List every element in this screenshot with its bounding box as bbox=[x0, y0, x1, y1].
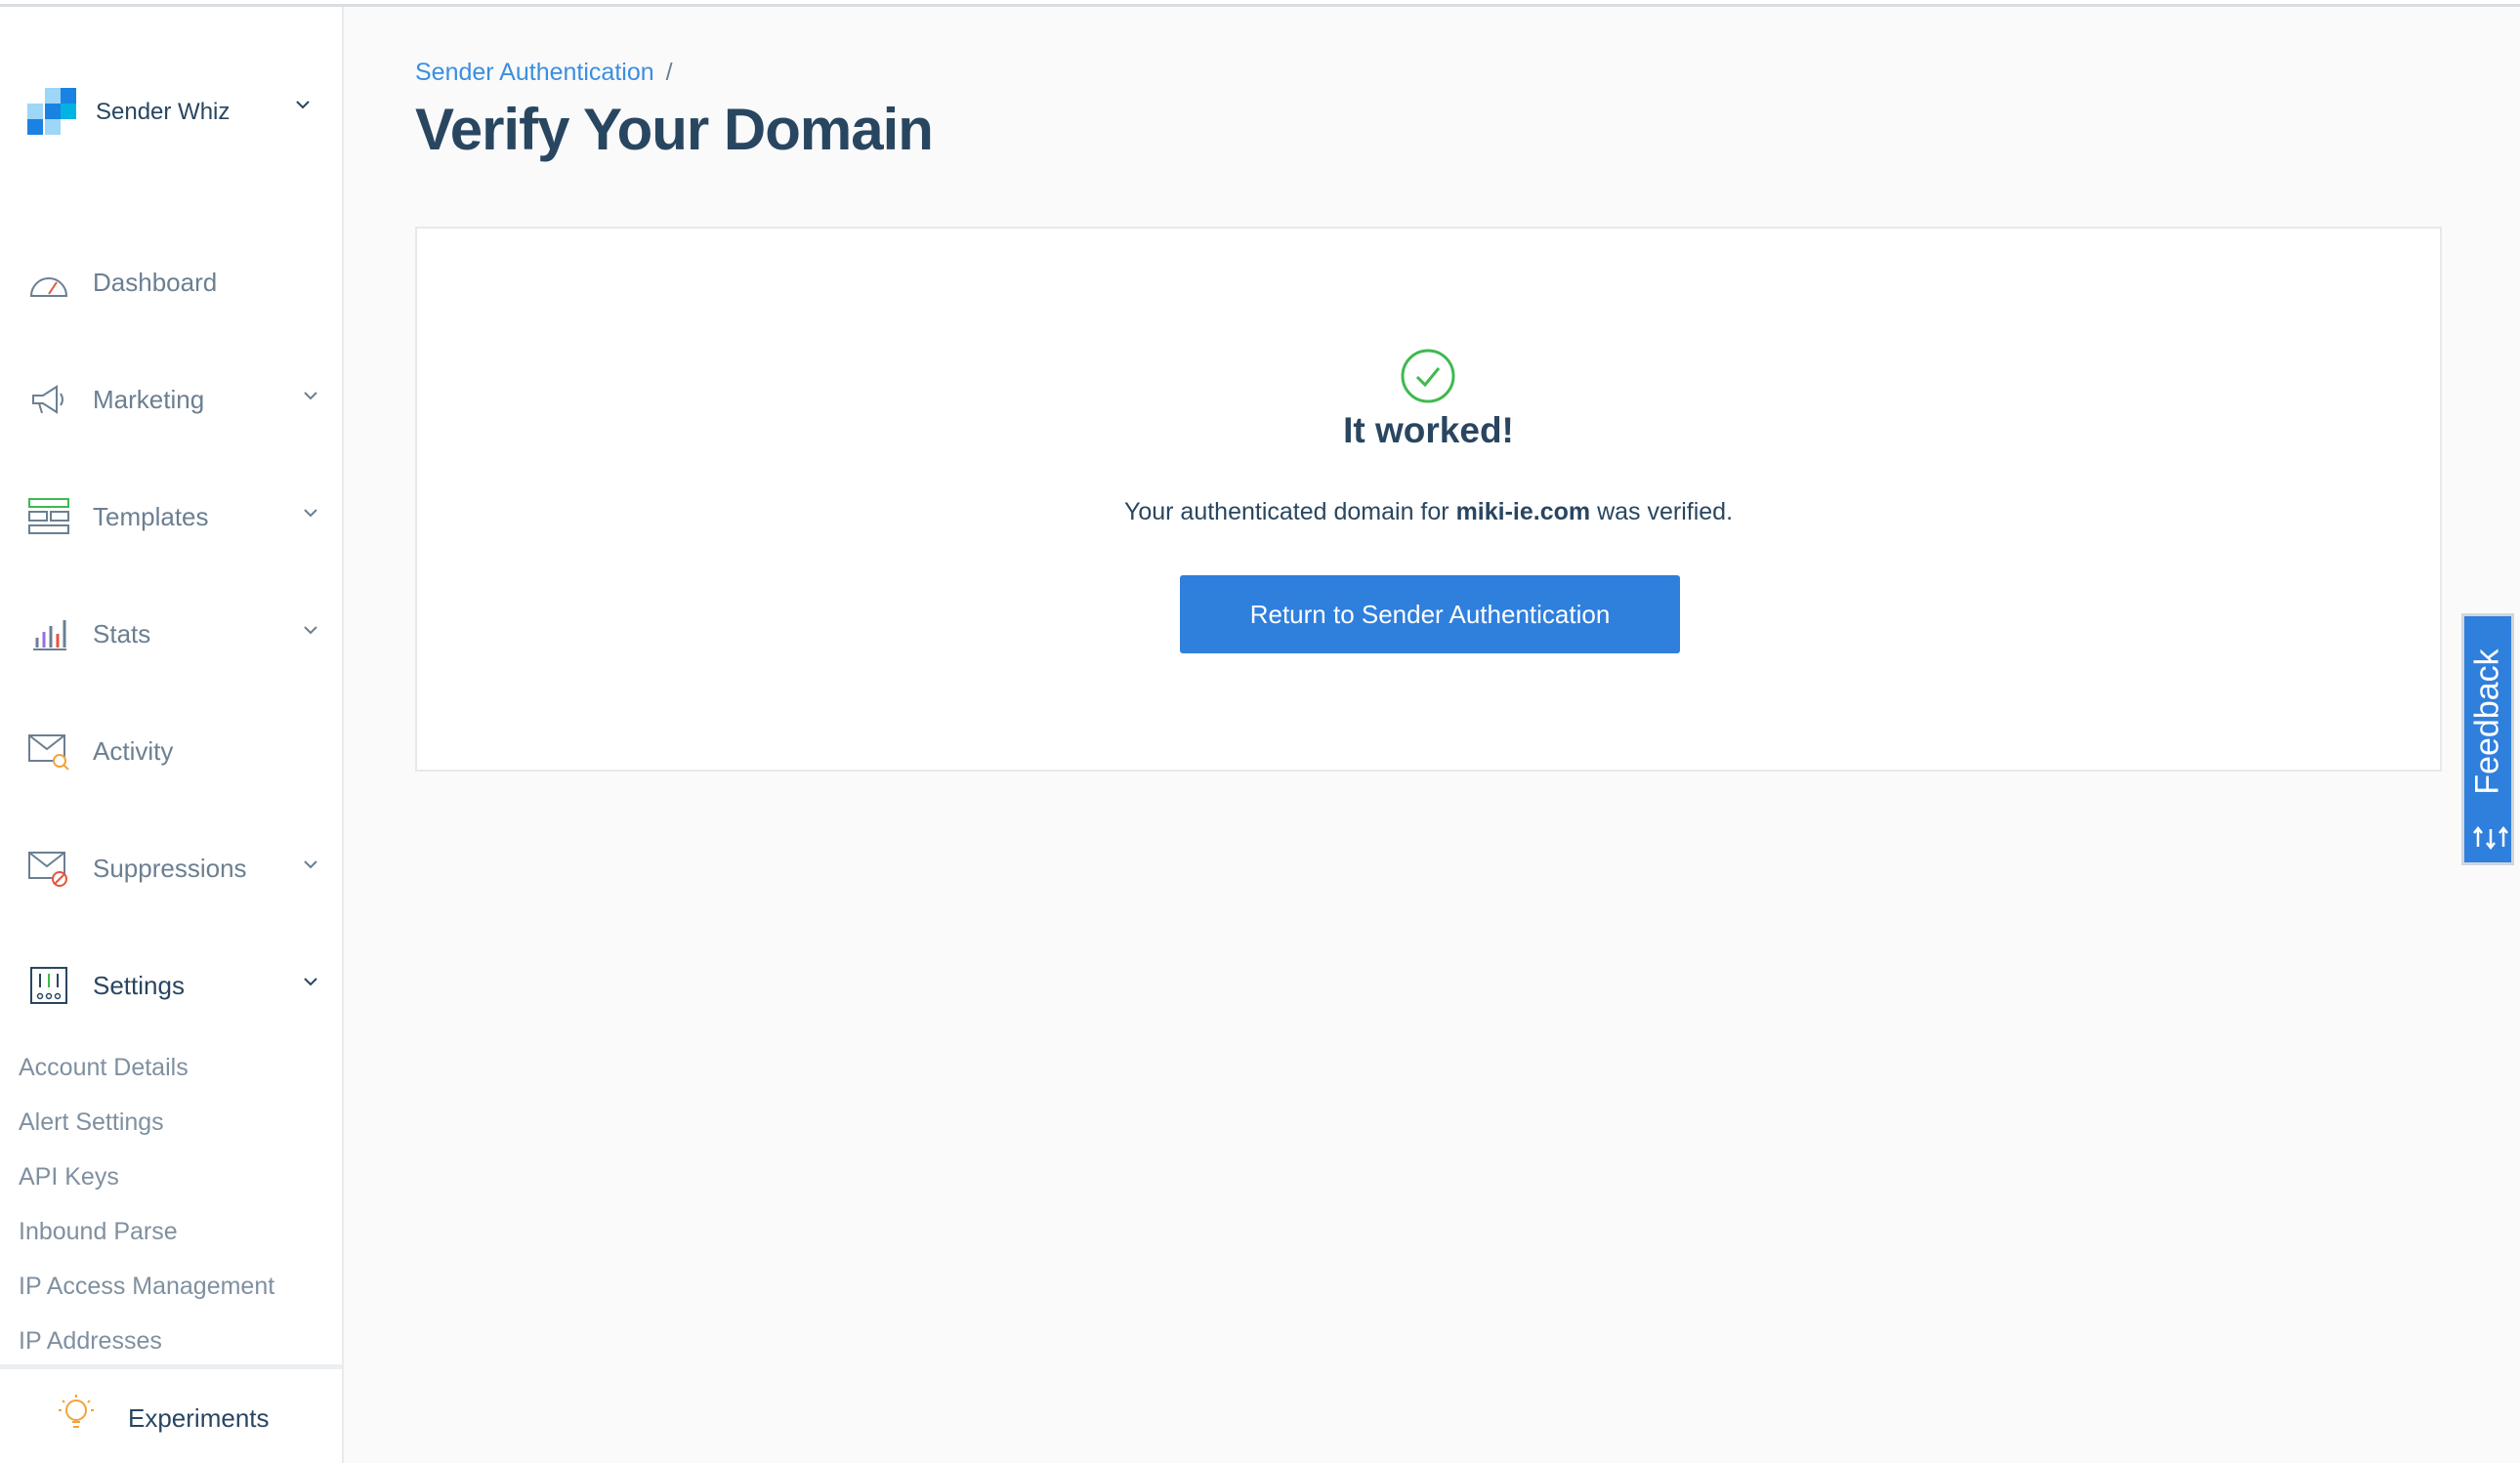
sidebar-item-label: Dashboard bbox=[93, 267, 218, 297]
envelope-blocked-icon bbox=[27, 847, 70, 890]
sidebar-item-label: Stats bbox=[93, 618, 151, 648]
templates-icon bbox=[27, 495, 70, 538]
sidebar-item-label: Templates bbox=[93, 501, 209, 531]
settings-subitem-ip-access-management[interactable]: IP Access Management bbox=[19, 1267, 274, 1306]
feedback-tab[interactable]: Feedback bbox=[2461, 613, 2514, 865]
breadcrumb-separator: / bbox=[665, 59, 673, 86]
settings-subitem-alert-settings[interactable]: Alert Settings bbox=[19, 1103, 164, 1142]
sort-arrows-icon bbox=[2473, 825, 2508, 851]
sidebar-item-settings[interactable]: Settings bbox=[27, 958, 330, 1013]
sidebar-item-label: Settings bbox=[93, 970, 185, 1000]
lightbulb-icon bbox=[57, 1393, 96, 1441]
success-check-icon bbox=[1401, 349, 1455, 403]
verification-result-card: It worked! Your authenticated domain for… bbox=[415, 227, 2442, 772]
experiments-button[interactable]: Experiments bbox=[0, 1364, 342, 1463]
return-to-sender-authentication-button[interactable]: Return to Sender Authentication bbox=[1180, 575, 1680, 653]
result-text-before: Your authenticated domain for bbox=[1123, 498, 1456, 525]
settings-subitem-account-details[interactable]: Account Details bbox=[19, 1048, 189, 1087]
sidebar-item-activity[interactable]: Activity bbox=[27, 724, 330, 778]
brand-logo-icon bbox=[27, 88, 76, 137]
top-border bbox=[0, 0, 2520, 7]
result-title: It worked! bbox=[1343, 410, 1514, 450]
sidebar: Sender Whiz Dashboard Marketing Template… bbox=[0, 7, 344, 1463]
sidebar-item-stats[interactable]: Stats bbox=[27, 606, 330, 661]
settings-subitem-inbound-parse[interactable]: Inbound Parse bbox=[19, 1212, 178, 1251]
bar-chart-icon bbox=[27, 612, 70, 655]
breadcrumb-link-sender-authentication[interactable]: Sender Authentication bbox=[415, 59, 654, 86]
envelope-search-icon bbox=[27, 730, 70, 773]
sidebar-item-suppressions[interactable]: Suppressions bbox=[27, 841, 330, 896]
chevron-down-icon bbox=[304, 978, 317, 986]
megaphone-icon bbox=[27, 378, 70, 421]
settings-subitem-api-keys[interactable]: API Keys bbox=[19, 1157, 119, 1196]
verified-domain: miki-ie.com bbox=[1455, 498, 1591, 525]
account-name: Sender Whiz bbox=[96, 99, 231, 125]
dashboard-gauge-icon bbox=[27, 261, 70, 304]
account-switcher[interactable]: Sender Whiz bbox=[27, 85, 330, 140]
chevron-down-icon bbox=[296, 101, 310, 109]
sidebar-item-templates[interactable]: Templates bbox=[27, 489, 330, 544]
chevron-down-icon bbox=[304, 509, 317, 518]
result-message: Your authenticated domain for miki-ie.co… bbox=[417, 498, 2440, 526]
experiments-label: Experiments bbox=[128, 1403, 270, 1433]
settings-subitem-ip-addresses[interactable]: IP Addresses bbox=[19, 1321, 162, 1360]
chevron-down-icon bbox=[304, 626, 317, 635]
page-title: Verify Your Domain bbox=[415, 97, 934, 162]
settings-sliders-icon bbox=[27, 964, 70, 1007]
sidebar-item-dashboard[interactable]: Dashboard bbox=[27, 255, 330, 310]
chevron-down-icon bbox=[304, 860, 317, 869]
sidebar-item-label: Marketing bbox=[93, 384, 205, 414]
sidebar-item-marketing[interactable]: Marketing bbox=[27, 372, 330, 427]
result-text-after: was verified. bbox=[1590, 498, 1734, 525]
sidebar-item-label: Suppressions bbox=[93, 853, 247, 883]
chevron-down-icon bbox=[304, 392, 317, 400]
breadcrumb: Sender Authentication / bbox=[415, 59, 673, 87]
feedback-label: Feedback bbox=[2468, 648, 2506, 795]
sidebar-item-label: Activity bbox=[93, 735, 174, 766]
